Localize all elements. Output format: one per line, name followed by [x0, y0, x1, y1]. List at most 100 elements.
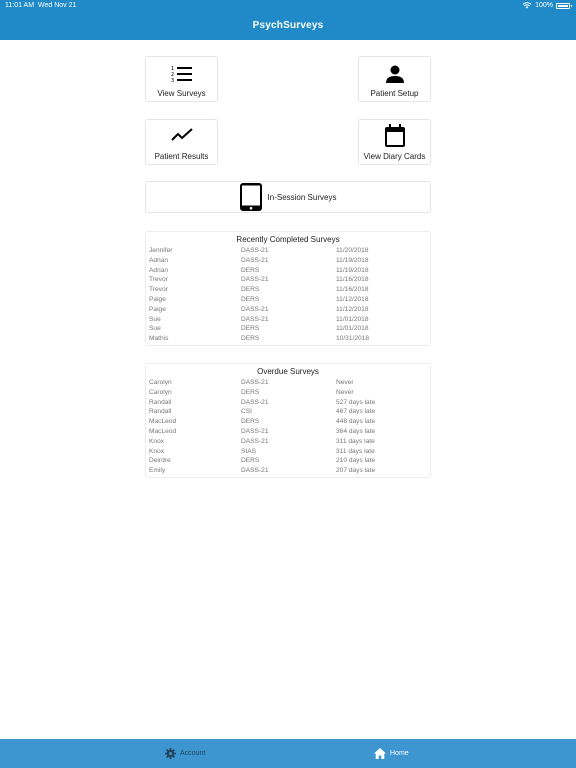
survey-status: 311 days late	[336, 437, 375, 445]
survey-name: DERS	[241, 286, 260, 294]
survey-status: 11/01/2018	[336, 325, 369, 333]
survey-name: DERS	[241, 335, 260, 343]
status-time: 11:01 AM	[5, 2, 35, 9]
overdue-title: Overdue Surveys	[257, 367, 319, 376]
overdue-list: Carolyn DASS-21 Never Carolyn DERS Never Randa…	[146, 378, 430, 476]
table-row[interactable]: Jennifer DASS-21 11/20/2018	[146, 246, 430, 256]
survey-status: Never	[336, 388, 354, 396]
patient-name: Deirdre	[149, 457, 171, 465]
person-icon	[385, 65, 404, 83]
table-row[interactable]: Adrian DASS-21 11/19/2018	[146, 256, 430, 266]
recently-completed-list: Jennifer DASS-21 11/20/2018 Adrian DASS-21 11…	[146, 246, 430, 344]
battery-percent: 100%	[535, 2, 553, 9]
table-row[interactable]: Carolyn DERS Never	[146, 388, 430, 398]
tablet-icon	[239, 183, 262, 211]
overdue-panel: Overdue Surveys Carolyn DASS-21 Never Carol…	[145, 363, 431, 478]
patient-name: Carolyn	[149, 388, 172, 396]
numbered-list-icon: 1 2 3	[171, 66, 192, 84]
survey-status: 11/19/2018	[336, 266, 369, 274]
patient-name: Adrian	[149, 266, 169, 274]
survey-name: DASS-21	[241, 305, 269, 313]
trending-line-icon	[170, 128, 193, 141]
patient-name: MacLeod	[149, 418, 177, 426]
survey-status: 210 days late	[336, 457, 376, 465]
wifi-icon	[522, 2, 532, 9]
survey-name: DASS-21	[241, 276, 269, 284]
patient-name: Sue	[149, 315, 161, 323]
battery-icon	[556, 2, 572, 9]
survey-name: DASS-21	[241, 427, 269, 435]
patient-setup-button[interactable]: Patient Setup	[358, 56, 431, 102]
table-row[interactable]: Mathis DERS 10/31/2018	[146, 334, 430, 344]
recently-completed-panel: Recently Completed Surveys Jennifer DASS-…	[145, 231, 431, 346]
calendar-icon	[384, 124, 405, 147]
tab-home[interactable]: Home	[374, 739, 409, 768]
table-row[interactable]: Emily DASS-21 207 days late	[146, 466, 430, 476]
tab-account[interactable]: Account	[165, 739, 205, 768]
patient-name: Mathis	[149, 335, 169, 343]
survey-status: 207 days late	[336, 467, 376, 475]
survey-status: Never	[336, 379, 354, 386]
table-row[interactable]: Sue DERS 11/01/2018	[146, 324, 430, 334]
app-header: 11:01 AM Wed Nov 21 100% PsychSurveys	[0, 0, 576, 40]
tab-bar: Account Home	[0, 739, 576, 768]
in-session-surveys-button[interactable]: In-Session Surveys	[145, 181, 431, 213]
table-row[interactable]: Adrian DERS 11/19/2018	[146, 266, 430, 276]
table-row[interactable]: Knox DASS-21 311 days late	[146, 437, 430, 447]
table-row[interactable]: Trevor DASS-21 11/16/2018	[146, 275, 430, 285]
view-surveys-button[interactable]: 1 2 3 View Surveys	[145, 56, 218, 102]
status-right: 100%	[522, 2, 572, 9]
patient-name: Emily	[149, 467, 166, 475]
survey-status: 467 days late	[336, 408, 376, 416]
table-row[interactable]: Deirdre DERS 210 days late	[146, 456, 430, 466]
survey-status: 364 days late	[336, 427, 376, 435]
survey-name: DERS	[241, 295, 260, 303]
patient-name: Knox	[149, 447, 165, 455]
survey-name: DERS	[241, 457, 260, 465]
patient-name: Knox	[149, 437, 165, 445]
survey-status: 11/16/2018	[336, 286, 369, 294]
view-diary-cards-button[interactable]: View Diary Cards	[358, 119, 431, 165]
patient-name: Randall	[149, 408, 172, 416]
patient-name: Trevor	[149, 276, 168, 284]
tab-account-label: Account	[180, 750, 206, 757]
tab-home-label: Home	[390, 750, 409, 757]
survey-name: DASS-21	[241, 467, 269, 475]
survey-status: 11/12/2018	[336, 295, 369, 303]
in-session-surveys-label: In-Session Surveys	[267, 192, 337, 202]
survey-status: 11/20/2018	[336, 247, 369, 254]
table-row[interactable]: Knox SIAS 311 days late	[146, 447, 430, 457]
table-row[interactable]: Paige DERS 11/12/2018	[146, 295, 430, 305]
table-row[interactable]: MacLeod DASS-21 364 days late	[146, 427, 430, 437]
table-row[interactable]: Sue DASS-21 11/01/2018	[146, 315, 430, 325]
table-row[interactable]: MacLeod DERS 448 days late	[146, 417, 430, 427]
table-row[interactable]: Paige DASS-21 11/12/2018	[146, 305, 430, 315]
table-row[interactable]: Randall DASS-21 527 days late	[146, 398, 430, 408]
table-row[interactable]: Trevor DERS 11/16/2018	[146, 285, 430, 295]
patient-results-label: Patient Results	[154, 152, 209, 161]
svg-text:3: 3	[171, 78, 174, 84]
survey-name: CSI	[241, 408, 252, 416]
gear-icon	[165, 748, 176, 759]
survey-name: DASS-21	[241, 315, 269, 323]
survey-status: 11/16/2018	[336, 276, 369, 284]
table-row[interactable]: Randall CSI 467 days late	[146, 407, 430, 417]
patient-setup-label: Patient Setup	[370, 89, 419, 98]
survey-name: DERS	[241, 325, 260, 333]
survey-name: DERS	[241, 388, 260, 396]
patient-name: Randall	[149, 398, 172, 406]
survey-status: 11/01/2018	[336, 315, 369, 323]
patient-name: Jennifer	[149, 247, 173, 254]
survey-name: DASS-21	[241, 256, 269, 264]
patient-name: Carolyn	[149, 379, 172, 386]
survey-status: 10/31/2018	[336, 335, 370, 343]
view-surveys-label: View Surveys	[157, 89, 206, 98]
patient-results-button[interactable]: Patient Results	[145, 119, 218, 165]
patient-name: Trevor	[149, 286, 168, 294]
survey-name: SIAS	[241, 447, 257, 455]
survey-name: DASS-21	[241, 379, 269, 386]
status-date: Wed Nov 21	[38, 2, 77, 9]
table-row[interactable]: Carolyn DASS-21 Never	[146, 378, 430, 388]
recently-completed-title: Recently Completed Surveys	[236, 235, 340, 244]
survey-name: DASS-21	[241, 437, 269, 445]
